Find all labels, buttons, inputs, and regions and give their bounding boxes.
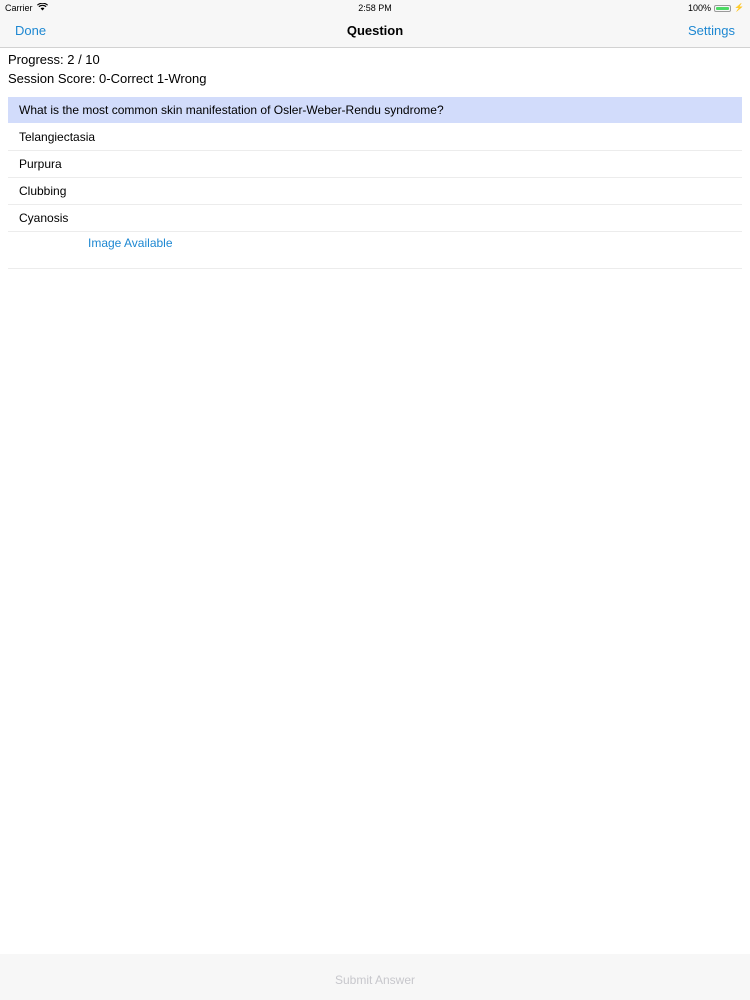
answer-option-telangiectasia[interactable]: Telangiectasia [8, 124, 742, 151]
answer-list: Telangiectasia Purpura Clubbing Cyanosis… [8, 124, 742, 269]
battery-percentage: 100% [688, 3, 712, 13]
bottom-toolbar: Submit Answer [0, 954, 750, 1000]
navigation-bar: Done Question Settings [0, 16, 750, 48]
answer-option-clubbing[interactable]: Clubbing [8, 178, 742, 205]
battery-icon [714, 4, 732, 12]
image-available-link[interactable]: Image Available [88, 236, 173, 250]
submit-answer-button[interactable]: Submit Answer [0, 973, 750, 987]
page-title: Question [346, 23, 404, 38]
progress-label: Progress: 2 / 10 [8, 52, 100, 67]
image-row: Image Available [8, 232, 742, 269]
settings-button[interactable]: Settings [688, 23, 735, 38]
status-bar: Carrier 2:58 PM 100% ⚡ [0, 0, 750, 16]
battery-fill [716, 6, 730, 10]
question-content: Progress: 2 / 10 Session Score: 0-Correc… [0, 48, 750, 954]
session-score-label: Session Score: 0-Correct 1-Wrong [8, 71, 207, 86]
status-right: 100% ⚡ [688, 0, 744, 16]
answer-option-purpura[interactable]: Purpura [8, 151, 742, 178]
answer-option-cyanosis[interactable]: Cyanosis [8, 205, 742, 232]
status-time: 2:58 PM [358, 3, 392, 13]
charging-bolt-icon: ⚡ [734, 3, 744, 12]
question-text: What is the most common skin manifestati… [8, 97, 742, 123]
